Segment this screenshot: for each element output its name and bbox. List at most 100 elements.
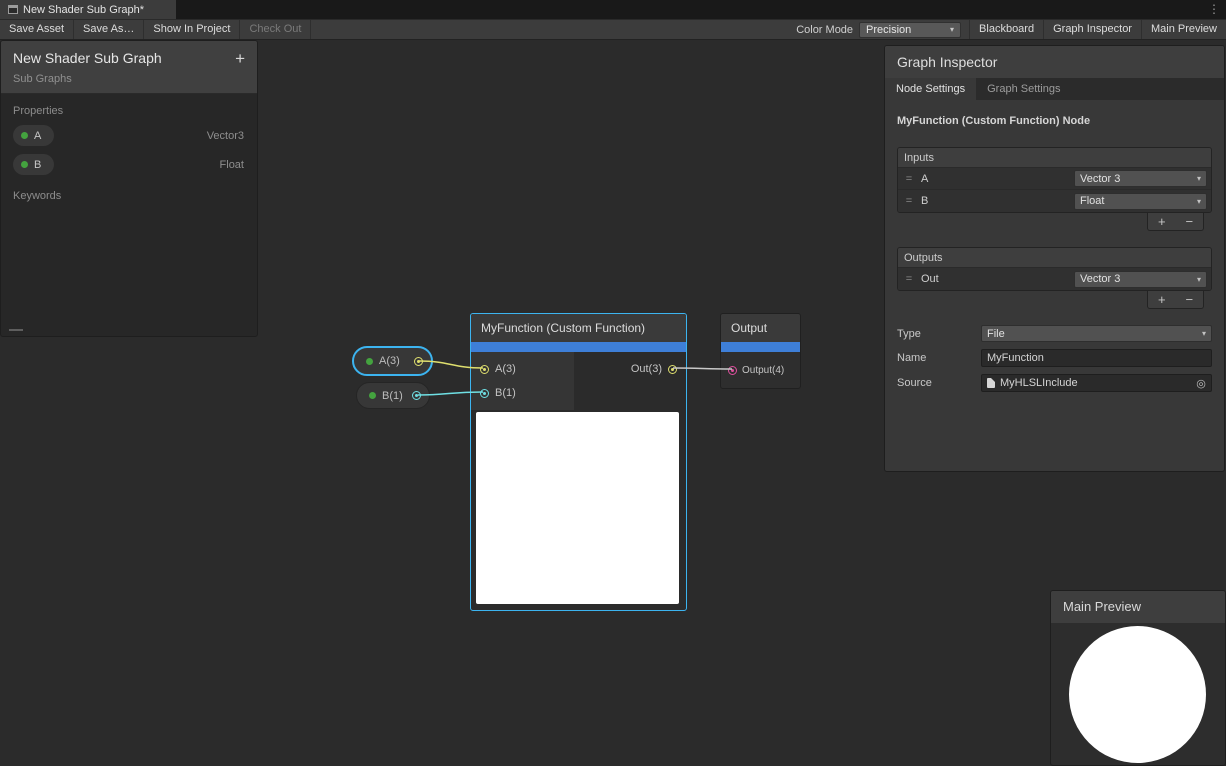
graph-inspector-toggle-button[interactable]: Graph Inspector <box>1043 20 1141 39</box>
inputs-list-footer: + − <box>1147 213 1204 231</box>
exposed-dot-icon <box>366 358 373 365</box>
chevron-down-icon: ▾ <box>1202 329 1206 338</box>
blackboard-row-b[interactable]: B Float <box>1 150 257 179</box>
property-name: A <box>34 130 41 142</box>
save-as-button[interactable]: Save As… <box>74 20 144 39</box>
input-row-a[interactable]: = A Vector 3 ▾ <box>898 168 1211 190</box>
chevron-down-icon: ▾ <box>1197 275 1201 284</box>
property-node-label: B(1) <box>382 390 406 402</box>
blackboard-toggle-button[interactable]: Blackboard <box>969 20 1043 39</box>
node-title[interactable]: Output <box>721 314 800 342</box>
name-field[interactable]: MyFunction <box>981 349 1212 367</box>
port-label: B(1) <box>495 387 516 399</box>
type-dropdown[interactable]: File ▾ <box>981 325 1212 342</box>
tab-title: New Shader Sub Graph* <box>23 4 144 16</box>
port-out-a[interactable] <box>414 357 423 366</box>
property-pill[interactable]: B <box>13 154 54 175</box>
output-name: Out <box>921 273 1067 285</box>
object-picker-icon[interactable]: ◎ <box>1193 377 1209 390</box>
node-preview[interactable] <box>476 412 679 604</box>
toolbar: Save Asset Save As… Show In Project Chec… <box>0 19 1226 40</box>
blackboard-subtitle: Sub Graphs <box>13 73 245 85</box>
source-object-field[interactable]: MyHLSLInclude ◎ <box>981 374 1212 392</box>
remove-output-button[interactable]: − <box>1185 292 1193 308</box>
tab-strip: New Shader Sub Graph* ⋮ <box>0 0 1226 19</box>
node-title[interactable]: MyFunction (Custom Function) <box>471 314 686 342</box>
node-output-ports: Out(3) <box>574 352 686 410</box>
add-output-button[interactable]: + <box>1158 292 1166 308</box>
property-node-b[interactable]: B(1) <box>356 382 430 409</box>
chevron-down-icon: ▾ <box>1197 174 1201 183</box>
dropdown-value: Vector 3 <box>1080 273 1120 285</box>
port-label: Output(4) <box>742 365 784 376</box>
drag-handle-icon[interactable]: = <box>904 173 914 185</box>
overflow-menu-icon[interactable]: ⋮ <box>1208 0 1220 19</box>
output-type-dropdown[interactable]: Vector 3 ▾ <box>1074 271 1207 288</box>
port-label: Out(3) <box>631 363 662 375</box>
exposed-dot-icon <box>21 132 28 139</box>
source-value: MyHLSLInclude <box>1000 377 1078 389</box>
port-in-a[interactable] <box>480 365 489 374</box>
add-property-icon[interactable]: + <box>235 50 245 67</box>
add-input-button[interactable]: + <box>1158 214 1166 230</box>
blackboard-row-a[interactable]: A Vector3 <box>1 121 257 150</box>
keywords-section-label: Keywords <box>1 179 257 206</box>
name-label: Name <box>897 352 981 364</box>
outputs-list-footer: + − <box>1147 291 1204 309</box>
tab-graph-settings[interactable]: Graph Settings <box>976 78 1071 100</box>
port-out-result[interactable] <box>668 365 677 374</box>
chevron-down-icon: ▾ <box>1197 197 1201 206</box>
output-node[interactable]: Output Output(4) <box>720 313 801 389</box>
input-name: A <box>921 173 1067 185</box>
port-out-b[interactable] <box>412 391 421 400</box>
node-accent-strip <box>471 342 686 352</box>
property-name: B <box>34 159 41 171</box>
blackboard-panel[interactable]: New Shader Sub Graph Sub Graphs + Proper… <box>0 40 258 337</box>
source-label: Source <box>897 377 981 389</box>
drag-handle-icon[interactable]: = <box>904 195 914 207</box>
input-name: B <box>921 195 1067 207</box>
property-pill[interactable]: A <box>13 125 54 146</box>
preview-sphere <box>1069 626 1206 763</box>
show-in-project-button[interactable]: Show In Project <box>144 20 240 39</box>
check-out-button: Check Out <box>240 20 311 39</box>
tab-node-settings[interactable]: Node Settings <box>885 78 976 100</box>
dropdown-value: Vector 3 <box>1080 173 1120 185</box>
dropdown-value: Float <box>1080 195 1104 207</box>
port-in-b[interactable] <box>480 389 489 398</box>
window-icon <box>8 5 18 14</box>
save-asset-button[interactable]: Save Asset <box>0 20 74 39</box>
color-mode-value: Precision <box>866 24 911 36</box>
inspected-node-header: MyFunction (Custom Function) Node <box>897 115 1212 127</box>
dropdown-value: File <box>987 328 1005 340</box>
input-type-dropdown[interactable]: Vector 3 ▾ <box>1074 170 1207 187</box>
color-mode-dropdown[interactable]: Precision ▾ <box>859 22 961 38</box>
input-row-b[interactable]: = B Float ▾ <box>898 190 1211 212</box>
blackboard-header: New Shader Sub Graph Sub Graphs + <box>1 41 257 94</box>
custom-function-node[interactable]: MyFunction (Custom Function) A(3) B(1) O… <box>470 313 687 611</box>
graph-inspector-title: Graph Inspector <box>885 46 1224 78</box>
port-label: A(3) <box>495 363 516 375</box>
output-row-out[interactable]: = Out Vector 3 ▾ <box>898 268 1211 290</box>
chevron-down-icon: ▾ <box>950 25 954 34</box>
blackboard-title: New Shader Sub Graph <box>13 50 245 66</box>
graph-inspector-panel[interactable]: Graph Inspector Node Settings Graph Sett… <box>884 45 1225 472</box>
property-node-a[interactable]: A(3) <box>352 346 433 376</box>
inputs-list-header: Inputs <box>898 148 1211 168</box>
inspector-tabs: Node Settings Graph Settings <box>885 78 1224 100</box>
resize-handle[interactable] <box>9 329 23 331</box>
main-preview-toggle-button[interactable]: Main Preview <box>1141 20 1226 39</box>
inputs-list: Inputs = A Vector 3 ▾ = B Float ▾ <box>897 147 1212 213</box>
main-preview-panel[interactable]: Main Preview <box>1050 590 1226 766</box>
drag-handle-icon[interactable]: = <box>904 273 914 285</box>
input-type-dropdown[interactable]: Float ▾ <box>1074 193 1207 210</box>
port-in-output[interactable] <box>728 366 737 375</box>
outputs-list-header: Outputs <box>898 248 1211 268</box>
exposed-dot-icon <box>21 161 28 168</box>
document-tab[interactable]: New Shader Sub Graph* <box>0 0 176 19</box>
property-type: Vector3 <box>207 130 244 142</box>
outputs-list: Outputs = Out Vector 3 ▾ <box>897 247 1212 291</box>
remove-input-button[interactable]: − <box>1185 214 1193 230</box>
type-label: Type <box>897 328 981 340</box>
exposed-dot-icon <box>369 392 376 399</box>
